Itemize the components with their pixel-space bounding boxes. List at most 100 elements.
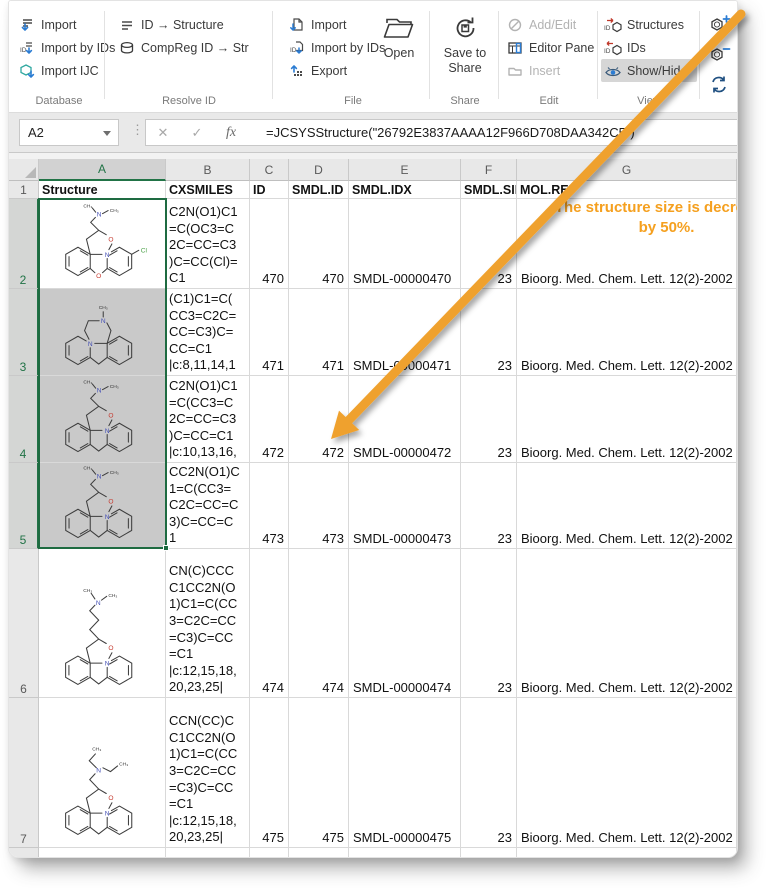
select-all-corner[interactable] bbox=[9, 159, 39, 181]
smdl-idx-cell-E5[interactable]: SMDL-00000473 bbox=[349, 463, 461, 549]
smdl-id-cell-D3[interactable]: 471 bbox=[289, 289, 349, 376]
id-cell-C7[interactable]: 475 bbox=[250, 698, 289, 848]
field-header-ID[interactable]: ID bbox=[250, 181, 289, 199]
column-header-E[interactable]: E bbox=[349, 159, 461, 181]
column-header-G[interactable]: G bbox=[517, 159, 737, 181]
smdl-id-cell-D2[interactable]: 470 bbox=[289, 199, 349, 289]
smdl-sid-cell-F3[interactable]: 23 bbox=[461, 289, 517, 376]
empty-cell[interactable] bbox=[349, 848, 461, 858]
empty-cell[interactable] bbox=[250, 848, 289, 858]
sync-icon[interactable] bbox=[707, 73, 733, 97]
smdl-id-cell-D7[interactable]: 475 bbox=[289, 698, 349, 848]
table-row-5: 5 O N N CH₃ CH₃ CC2N(O1)C 1=C(CC3= C2C=C… bbox=[9, 463, 737, 549]
cxsmiles-cell-B7[interactable]: CCN(CC)C C1CC2N(O 1)C1=C(CC 3=C2C=CC =C3… bbox=[166, 698, 250, 848]
column-header-C[interactable]: C bbox=[250, 159, 289, 181]
save-to-share-button[interactable]: Save to Share bbox=[437, 13, 493, 75]
id-to-structure-button[interactable]: ID → Structure bbox=[115, 13, 269, 36]
row-header-1[interactable]: 1 bbox=[9, 181, 39, 199]
file-import-button[interactable]: Import bbox=[285, 13, 371, 36]
import-by-ids-button[interactable]: ID Import by IDs bbox=[15, 36, 103, 59]
mol-ref-cell-G5[interactable]: Bioorg. Med. Chem. Lett. 12(2)-2002 bbox=[517, 463, 737, 549]
row-header-5[interactable]: 5 bbox=[9, 463, 39, 549]
row-header-6[interactable]: 6 bbox=[9, 549, 39, 698]
structure-cell-A6[interactable]: O N N CH₃ CH₃ bbox=[39, 549, 166, 698]
mol-ref-cell-G4[interactable]: Bioorg. Med. Chem. Lett. 12(2)-2002 bbox=[517, 376, 737, 463]
structure-cell-A3[interactable]: N N CH₃ bbox=[39, 289, 166, 376]
group-label-database: Database bbox=[15, 95, 103, 107]
column-header-A[interactable]: A bbox=[39, 159, 166, 181]
empty-cell[interactable] bbox=[461, 848, 517, 858]
structure-cell-A5[interactable]: O N N CH₃ CH₃ bbox=[39, 463, 166, 549]
smdl-idx-cell-E4[interactable]: SMDL-00000472 bbox=[349, 376, 461, 463]
mol-ref-cell-G7[interactable]: Bioorg. Med. Chem. Lett. 12(2)-2002 bbox=[517, 698, 737, 848]
editor-pane-icon bbox=[506, 40, 524, 56]
ids-button[interactable]: ID IDs bbox=[601, 36, 697, 59]
open-button[interactable]: Open bbox=[373, 13, 425, 61]
formula-text[interactable]: =JCSYSStructure("26792E3837AAAA12F966D70… bbox=[266, 125, 635, 140]
row-header-7[interactable]: 7 bbox=[9, 698, 39, 848]
structure-cell-A7[interactable]: O N N CH₃ CH₃ bbox=[39, 698, 166, 848]
add-structure-icon[interactable] bbox=[707, 13, 733, 37]
mol-ref-cell-G3[interactable]: Bioorg. Med. Chem. Lett. 12(2)-2002 bbox=[517, 289, 737, 376]
cxsmiles-cell-B2[interactable]: C2N(O1)C1 =C(OC3=C 2C=CC=C3 )C=CC(Cl)= C… bbox=[166, 199, 250, 289]
structures-button[interactable]: ID Structures bbox=[601, 13, 697, 36]
id-cell-C6[interactable]: 474 bbox=[250, 549, 289, 698]
cancel-icon[interactable]: ✕ bbox=[146, 125, 180, 141]
import-ijc-button[interactable]: Import IJC bbox=[15, 59, 103, 82]
cxsmiles-cell-B5[interactable]: CC2N(O1)C 1=C(CC3= C2C=CC=C 3)C=CC=C 1 bbox=[166, 463, 250, 549]
structure-cell-A4[interactable]: O N N CH₃ CH₃ bbox=[39, 376, 166, 463]
import-button[interactable]: Import bbox=[15, 13, 103, 36]
column-header-D[interactable]: D bbox=[289, 159, 349, 181]
file-import-by-ids-button[interactable]: ID Import by IDs bbox=[285, 36, 371, 59]
field-header-Structure[interactable]: Structure bbox=[39, 181, 166, 199]
field-header-CXSMILES[interactable]: CXSMILES bbox=[166, 181, 250, 199]
structure-cell-A2[interactable]: O O N N CH₃ CH₃ Cl bbox=[39, 199, 166, 289]
fx-icon[interactable]: fx bbox=[214, 125, 248, 141]
add-edit-button[interactable]: Add/Edit bbox=[503, 13, 595, 36]
remove-structure-icon[interactable] bbox=[707, 43, 733, 67]
smdl-sid-cell-F5[interactable]: 23 bbox=[461, 463, 517, 549]
name-box[interactable]: A2 bbox=[19, 119, 119, 146]
smdl-id-cell-D5[interactable]: 473 bbox=[289, 463, 349, 549]
row-header-2[interactable]: 2 bbox=[9, 199, 39, 289]
formula-box[interactable]: ✕ ✓ fx =JCSYSStructure("26792E3837AAAA12… bbox=[145, 119, 737, 146]
id-cell-C2[interactable]: 470 bbox=[250, 199, 289, 289]
smdl-sid-cell-F7[interactable]: 23 bbox=[461, 698, 517, 848]
cxsmiles-cell-B6[interactable]: CN(C)CCC C1CC2N(O 1)C1=C(CC 3=C2C=CC =C3… bbox=[166, 549, 250, 698]
cxsmiles-cell-B4[interactable]: C2N(O1)C1 =C(CC3=C 2C=CC=C3 )C=CC=C1 |c:… bbox=[166, 376, 250, 463]
editor-pane-button[interactable]: Editor Pane bbox=[503, 36, 595, 59]
smdl-idx-cell-E3[interactable]: SMDL-00000471 bbox=[349, 289, 461, 376]
smdl-idx-cell-E2[interactable]: SMDL-00000470 bbox=[349, 199, 461, 289]
empty-cell[interactable] bbox=[517, 848, 737, 858]
smdl-idx-cell-E7[interactable]: SMDL-00000475 bbox=[349, 698, 461, 848]
row-header-4[interactable]: 4 bbox=[9, 376, 39, 463]
field-header-SMDL.IDX[interactable]: SMDL.IDX bbox=[349, 181, 461, 199]
smdl-sid-cell-F2[interactable]: 23 bbox=[461, 199, 517, 289]
enter-icon[interactable]: ✓ bbox=[180, 125, 214, 141]
field-header-SMDL.ID[interactable]: SMDL.ID bbox=[289, 181, 349, 199]
empty-cell[interactable] bbox=[39, 848, 166, 858]
mol-ref-cell-G6[interactable]: Bioorg. Med. Chem. Lett. 12(2)-2002 bbox=[517, 549, 737, 698]
smdl-id-cell-D4[interactable]: 472 bbox=[289, 376, 349, 463]
empty-cell[interactable] bbox=[289, 848, 349, 858]
smdl-sid-cell-F4[interactable]: 23 bbox=[461, 376, 517, 463]
column-header-F[interactable]: F bbox=[461, 159, 517, 181]
column-header-B[interactable]: B bbox=[166, 159, 250, 181]
id-cell-C5[interactable]: 473 bbox=[250, 463, 289, 549]
smdl-sid-cell-F6[interactable]: 23 bbox=[461, 549, 517, 698]
smdl-idx-cell-E6[interactable]: SMDL-00000474 bbox=[349, 549, 461, 698]
id-cell-C3[interactable]: 471 bbox=[250, 289, 289, 376]
export-button[interactable]: Export bbox=[285, 59, 371, 82]
empty-cell[interactable] bbox=[166, 848, 250, 858]
cxsmiles-cell-B3[interactable]: (C1)C1=C( CC3=C2C= CC=C3)C= CC=C1 |c:8,1… bbox=[166, 289, 250, 376]
row-header-3[interactable]: 3 bbox=[9, 289, 39, 376]
field-header-SMDL.SID[interactable]: SMDL.SID bbox=[461, 181, 517, 199]
smdl-id-cell-D6[interactable]: 474 bbox=[289, 549, 349, 698]
show-hide-button[interactable]: Show/Hide bbox=[601, 59, 697, 82]
compreg-id-button[interactable]: CompReg ID → Str bbox=[115, 36, 269, 59]
field-header-MOL.REF[interactable]: MOL.REF bbox=[517, 181, 737, 199]
id-cell-C4[interactable]: 472 bbox=[250, 376, 289, 463]
annotation-text: The structure size is decreased by 50%. bbox=[554, 198, 738, 238]
name-box-dropdown-icon[interactable] bbox=[103, 131, 111, 136]
insert-button[interactable]: Insert bbox=[503, 59, 595, 82]
